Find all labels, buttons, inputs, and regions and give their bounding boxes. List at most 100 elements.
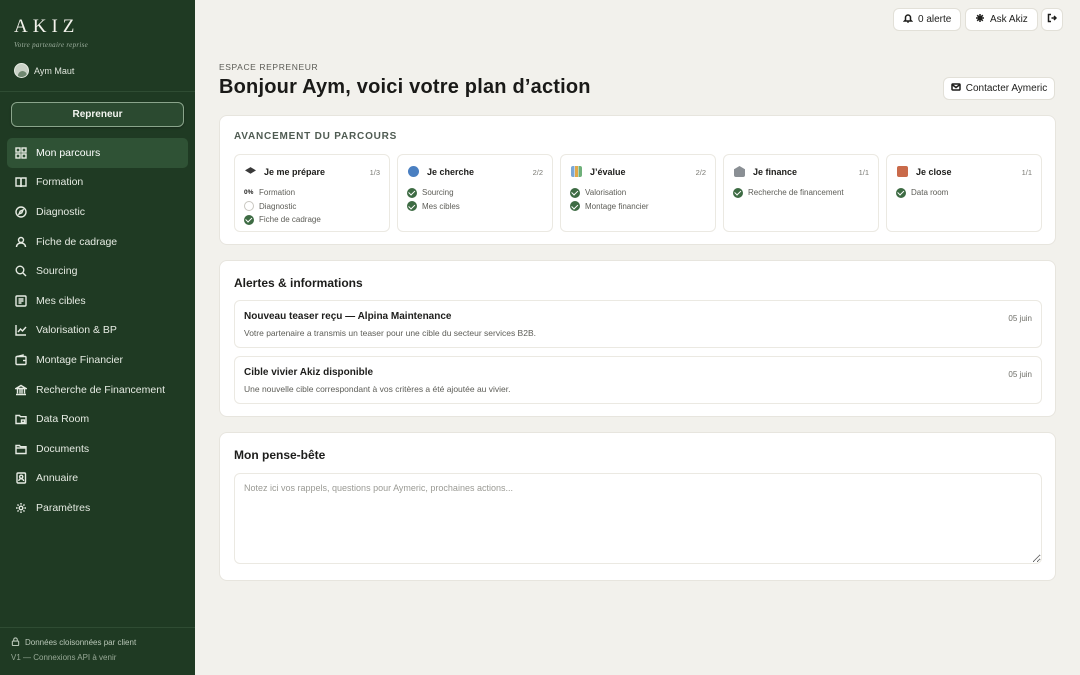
check-circle-icon [407, 201, 417, 212]
alert-date: 05 juin [1008, 370, 1032, 379]
compass-icon [15, 206, 27, 218]
contact-label: Contacter Aymeric [965, 83, 1048, 94]
sidebar-footer-divider [0, 627, 195, 628]
step-card-je-me-prepare[interactable]: Je me prépare 1/3 0% Formation Diagnosti… [234, 154, 390, 232]
alert-title: Nouveau teaser reçu — Alpina Maintenance [244, 311, 452, 322]
alerts-title: Alertes & informations [234, 276, 363, 290]
graduation-cap-icon [245, 167, 256, 174]
sidebar-item-data-room[interactable]: Data Room [7, 404, 188, 434]
contacts-icon [15, 472, 27, 485]
alert-date: 05 juin [1008, 314, 1032, 323]
alert-item[interactable]: Nouveau teaser reçu — Alpina Maintenance… [234, 300, 1042, 348]
step-count: 1/3 [369, 168, 380, 177]
page-title: Bonjour Aym, voici votre plan d’action [219, 76, 591, 98]
step-title: Je finance [753, 166, 798, 177]
footer-security-note: Données cloisonnées par client [25, 638, 137, 647]
bank-icon [15, 384, 27, 396]
folder-icon [15, 443, 27, 455]
sidebar-item-valorisation[interactable]: Valorisation & BP [7, 316, 188, 346]
sidebar-item-label: Fiche de cadrage [36, 235, 118, 248]
step-item-montage-financier[interactable]: Montage financier [570, 200, 649, 214]
step-count: 2/2 [532, 168, 543, 177]
alert-text: Une nouvelle cible correspondant à vos c… [244, 384, 511, 394]
step-card-je-finance[interactable]: Je finance 1/1 Recherche de financement [723, 154, 879, 232]
sidebar-item-mes-cibles[interactable]: Mes cibles [7, 286, 188, 316]
check-circle-icon [570, 201, 580, 212]
step-card-je-close[interactable]: Je close 1/1 Data room [886, 154, 1042, 232]
lock-icon [11, 637, 20, 648]
logout-button[interactable] [1041, 8, 1063, 31]
alerts-button[interactable]: 0 alerte [893, 8, 962, 31]
step-card-j-evalue[interactable]: J’évalue 2/2 Valorisation Montage financ… [560, 154, 716, 232]
sidebar-item-diagnostic[interactable]: Diagnostic [7, 197, 188, 227]
notes-textarea[interactable] [234, 473, 1042, 564]
step-item-diagnostic[interactable]: Diagnostic [244, 200, 321, 214]
folder-lock-icon [15, 413, 27, 425]
footer-version: V1 — Connexions API à venir [11, 653, 117, 662]
notes-title: Mon pense-bête [234, 448, 326, 462]
mail-icon [950, 82, 961, 95]
sidebar-item-label: Formation [36, 176, 84, 189]
step-item-fiche-de-cadrage[interactable]: Fiche de cadrage [244, 213, 321, 227]
contact-button[interactable]: Contacter Aymeric [943, 77, 1055, 100]
sidebar-item-documents[interactable]: Documents [7, 434, 188, 464]
step-count: 1/1 [1021, 168, 1032, 177]
step-item-sourcing[interactable]: Sourcing [407, 186, 460, 200]
step-item-formation[interactable]: 0% Formation [244, 186, 321, 200]
search-icon [15, 265, 27, 277]
sidebar-item-label: Mes cibles [36, 294, 86, 307]
sidebar-item-fiche-de-cadrage[interactable]: Fiche de cadrage [7, 227, 188, 257]
sidebar-item-recherche-financement[interactable]: Recherche de Financement [7, 375, 188, 405]
bar-chart-icon [571, 166, 582, 177]
check-circle-icon [570, 187, 580, 198]
bell-icon [902, 13, 914, 26]
step-item-label: Fiche de cadrage [259, 215, 321, 225]
notes-card: Mon pense-bête [219, 432, 1056, 581]
alert-item[interactable]: Cible vivier Akiz disponible Une nouvell… [234, 356, 1042, 404]
progress-steps: Je me prépare 1/3 0% Formation Diagnosti… [234, 154, 1042, 232]
sidebar-footer: Données cloisonnées par client V1 — Conn… [11, 637, 136, 663]
role-button[interactable]: Repreneur [11, 102, 184, 127]
step-item-valorisation[interactable]: Valorisation [570, 186, 649, 200]
step-item-label: Sourcing [422, 188, 454, 198]
step-item-recherche-financement[interactable]: Recherche de financement [733, 186, 844, 200]
sparkle-icon [975, 13, 985, 26]
sidebar-item-label: Sourcing [36, 265, 78, 278]
step-item-label: Mes cibles [422, 201, 460, 211]
step-title: Je close [916, 166, 952, 177]
sidebar-item-label: Diagnostic [36, 205, 86, 218]
sidebar: AKIZ Votre partenaire reprise Aym Maut R… [0, 0, 195, 675]
step-item-data-room[interactable]: Data room [896, 186, 948, 200]
sidebar-item-label: Valorisation & BP [36, 324, 117, 337]
check-circle-icon [733, 187, 743, 198]
progress-card: AVANCEMENT DU PARCOURS Je me prépare 1/3… [219, 115, 1056, 245]
sidebar-item-label: Montage Financier [36, 353, 123, 366]
grid-icon [15, 147, 27, 159]
brand[interactable]: AKIZ Votre partenaire reprise [14, 16, 88, 49]
brand-logo[interactable]: AKIZ [14, 16, 88, 38]
step-item-label: Valorisation [585, 188, 627, 198]
sidebar-item-mon-parcours[interactable]: Mon parcours [7, 138, 188, 168]
sidebar-item-parametres[interactable]: Paramètres [7, 493, 188, 523]
wallet-icon [15, 354, 27, 366]
page-eyebrow: ESPACE REPRENEUR [219, 62, 319, 72]
sidebar-item-sourcing[interactable]: Sourcing [7, 256, 188, 286]
sidebar-item-formation[interactable]: Formation [7, 168, 188, 198]
sidebar-divider [0, 91, 195, 92]
user-name: Aym Maut [34, 65, 75, 76]
ask-akiz-button[interactable]: Ask Akiz [965, 8, 1038, 31]
user-icon [15, 236, 27, 248]
step-title: Je me prépare [264, 166, 326, 177]
sidebar-item-montage-financier[interactable]: Montage Financier [7, 345, 188, 375]
sidebar-nav: Mon parcours Formation Diagnostic Fiche … [7, 138, 188, 523]
user-profile[interactable]: Aym Maut [14, 63, 74, 78]
chart-icon [15, 324, 27, 337]
ask-akiz-label: Ask Akiz [990, 14, 1028, 25]
sidebar-item-annuaire[interactable]: Annuaire [7, 464, 188, 494]
briefcase-icon [897, 166, 908, 177]
brand-tagline: Votre partenaire reprise [14, 41, 89, 49]
step-count: 1/1 [858, 168, 869, 177]
step-card-je-cherche[interactable]: Je cherche 2/2 Sourcing Mes cibles [397, 154, 553, 232]
step-item-mes-cibles[interactable]: Mes cibles [407, 200, 460, 214]
step-title: Je cherche [427, 166, 475, 177]
